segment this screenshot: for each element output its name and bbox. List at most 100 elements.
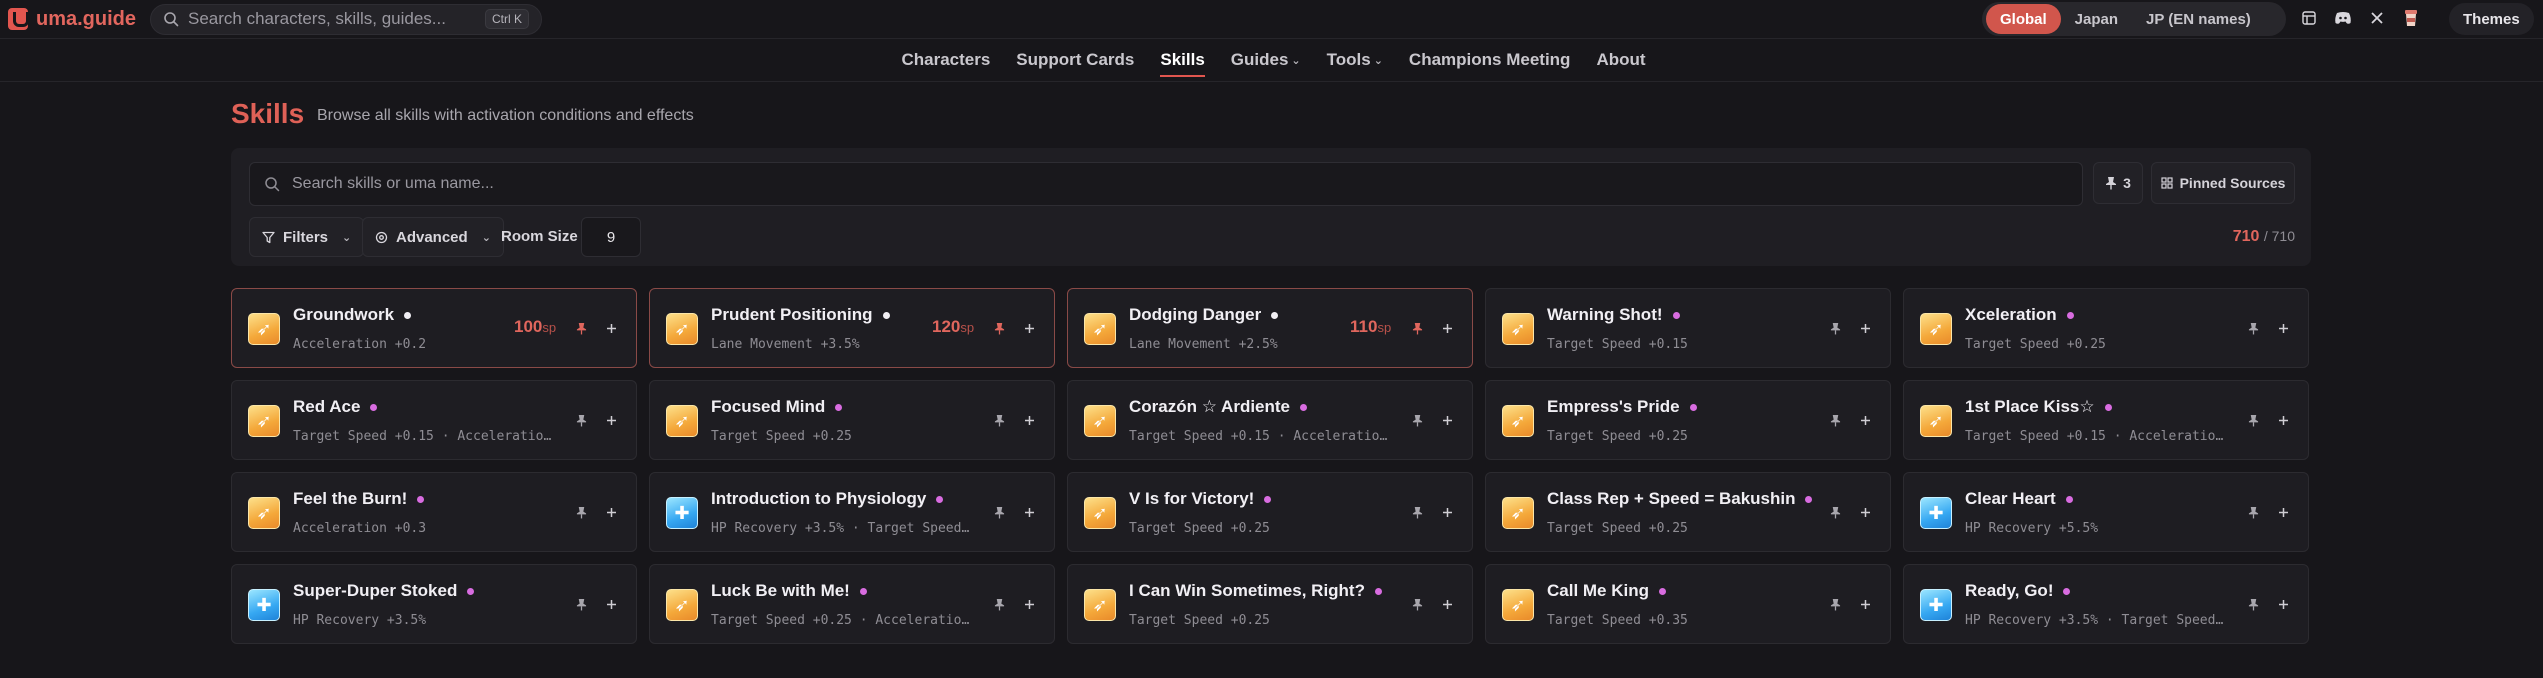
- add-skill-button[interactable]: [1854, 409, 1876, 431]
- add-skill-button[interactable]: [2272, 317, 2294, 339]
- plus-icon: [1442, 599, 1452, 609]
- nav-tools[interactable]: Tools ⌄: [1327, 50, 1383, 70]
- skill-card[interactable]: ➶ Empress's Pride Target Speed +0.25: [1485, 380, 1891, 460]
- nav-characters[interactable]: Characters: [901, 50, 990, 70]
- add-skill-button[interactable]: [1018, 317, 1040, 339]
- skill-card[interactable]: ➶ Red Ace Target Speed +0.15 · Accelerat…: [231, 380, 637, 460]
- skill-card[interactable]: ✚ Ready, Go! HP Recovery +3.5% · Target …: [1903, 564, 2309, 644]
- skill-card[interactable]: ➶ Groundwork Acceleration +0.2 100sp: [231, 288, 637, 368]
- pin-button[interactable]: [570, 409, 592, 431]
- skill-card[interactable]: ➶ Feel the Burn! Acceleration +0.3: [231, 472, 637, 552]
- skill-card[interactable]: ➶ Luck Be with Me! Target Speed +0.25 · …: [649, 564, 1055, 644]
- skill-effect: Acceleration +0.3: [293, 521, 427, 536]
- add-skill-button[interactable]: [1436, 409, 1458, 431]
- layout-icon[interactable]: [2296, 5, 2322, 31]
- global-search[interactable]: Search characters, skills, guides... Ctr…: [150, 3, 543, 35]
- region-global-button[interactable]: Global: [1986, 4, 2061, 34]
- add-skill-button[interactable]: [600, 409, 622, 431]
- pin-icon: [2248, 598, 2258, 610]
- add-skill-button[interactable]: [2272, 593, 2294, 615]
- nav-skills[interactable]: Skills: [1160, 50, 1206, 77]
- add-skill-button[interactable]: [600, 593, 622, 615]
- pin-button[interactable]: [1406, 593, 1428, 615]
- nav-guides[interactable]: Guides ⌄: [1231, 50, 1301, 70]
- pin-button[interactable]: [570, 501, 592, 523]
- rarity-dot-icon: [936, 495, 944, 503]
- add-skill-button[interactable]: [1018, 593, 1040, 615]
- skill-card[interactable]: ➶ Prudent Positioning Lane Movement +3.5…: [649, 288, 1055, 368]
- pin-button[interactable]: [2242, 501, 2264, 523]
- pin-button[interactable]: [2242, 409, 2264, 431]
- advanced-dropdown[interactable]: Advanced ⌄: [362, 217, 504, 257]
- add-skill-button[interactable]: [1854, 501, 1876, 523]
- pin-button[interactable]: [1406, 409, 1428, 431]
- pin-button[interactable]: [1824, 317, 1846, 339]
- skill-card[interactable]: ➶ V Is for Victory! Target Speed +0.25: [1067, 472, 1473, 552]
- skill-card[interactable]: ✚ Clear Heart HP Recovery +5.5%: [1903, 472, 2309, 552]
- room-size-input[interactable]: 9: [581, 217, 641, 257]
- add-skill-button[interactable]: [1436, 317, 1458, 339]
- pin-button[interactable]: [570, 317, 592, 339]
- add-skill-button[interactable]: [1436, 501, 1458, 523]
- skill-card[interactable]: ✚ Introduction to Physiology HP Recovery…: [649, 472, 1055, 552]
- skill-card[interactable]: ➶ Xceleration Target Speed +0.25: [1903, 288, 2309, 368]
- nav-about[interactable]: About: [1596, 50, 1645, 70]
- logo-link[interactable]: uma.guide: [8, 8, 136, 31]
- x-twitter-icon[interactable]: [2364, 5, 2390, 31]
- skill-name: Groundwork: [293, 305, 395, 324]
- region-japan-button[interactable]: Japan: [2061, 4, 2132, 34]
- filters-dropdown[interactable]: Filters ⌄: [249, 217, 365, 257]
- add-skill-button[interactable]: [600, 317, 622, 339]
- skill-card[interactable]: ➶ Warning Shot! Target Speed +0.15: [1485, 288, 1891, 368]
- pin-button[interactable]: [1406, 317, 1428, 339]
- skill-search-input[interactable]: Search skills or uma name...: [249, 162, 2083, 206]
- pin-button[interactable]: [1824, 501, 1846, 523]
- room-size-label: Room Size: [501, 228, 578, 245]
- pin-icon: [1830, 414, 1840, 426]
- skill-card[interactable]: ➶ I Can Win Sometimes, Right? Target Spe…: [1067, 564, 1473, 644]
- pin-button[interactable]: [2242, 317, 2264, 339]
- pin-button[interactable]: [988, 409, 1010, 431]
- skill-grid: ➶ Groundwork Acceleration +0.2 100sp ➶ P…: [231, 288, 2309, 644]
- skill-name-row: Red Ace: [293, 397, 378, 417]
- skill-speed-icon: ➶: [1920, 313, 1952, 345]
- add-skill-button[interactable]: [600, 501, 622, 523]
- add-skill-button[interactable]: [1436, 593, 1458, 615]
- nav-support-cards[interactable]: Support Cards: [1016, 50, 1134, 70]
- coffee-cup-icon[interactable]: [2398, 5, 2424, 31]
- add-skill-button[interactable]: [1854, 317, 1876, 339]
- skill-cost: 120sp: [932, 317, 974, 337]
- skill-name: Clear Heart: [1965, 489, 2056, 508]
- pinned-count-button[interactable]: 3: [2093, 162, 2143, 204]
- add-skill-button[interactable]: [1018, 501, 1040, 523]
- skill-card[interactable]: ➶ Call Me King Target Speed +0.35: [1485, 564, 1891, 644]
- region-jp-en-names-button[interactable]: JP (EN names): [2132, 4, 2265, 34]
- skill-card[interactable]: ➶ Dodging Danger Lane Movement +2.5% 110…: [1067, 288, 1473, 368]
- add-skill-button[interactable]: [1018, 409, 1040, 431]
- skill-card[interactable]: ➶ 1st Place Kiss☆ Target Speed +0.15 · A…: [1903, 380, 2309, 460]
- pin-icon: [576, 414, 586, 426]
- plus-icon: [606, 507, 616, 517]
- skill-card[interactable]: ✚ Super-Duper Stoked HP Recovery +3.5%: [231, 564, 637, 644]
- discord-icon[interactable]: [2330, 5, 2356, 31]
- skill-card[interactable]: ➶ Class Rep + Speed = Bakushin Target Sp…: [1485, 472, 1891, 552]
- pin-button[interactable]: [988, 593, 1010, 615]
- skill-effect: Target Speed +0.25: [1547, 521, 1688, 536]
- pin-button[interactable]: [988, 317, 1010, 339]
- pin-button[interactable]: [1406, 501, 1428, 523]
- add-skill-button[interactable]: [2272, 501, 2294, 523]
- rarity-dot-icon: [1689, 403, 1697, 411]
- nav-champions-meeting[interactable]: Champions Meeting: [1409, 50, 1571, 70]
- pinned-sources-button[interactable]: Pinned Sources: [2151, 162, 2295, 204]
- pin-button[interactable]: [2242, 593, 2264, 615]
- pin-button[interactable]: [570, 593, 592, 615]
- pin-button[interactable]: [1824, 593, 1846, 615]
- pin-button[interactable]: [988, 501, 1010, 523]
- skill-card[interactable]: ➶ Corazón ☆ Ardiente Target Speed +0.15 …: [1067, 380, 1473, 460]
- themes-button[interactable]: Themes: [2449, 3, 2534, 35]
- skill-card[interactable]: ➶ Focused Mind Target Speed +0.25: [649, 380, 1055, 460]
- skill-effect: Acceleration +0.2: [293, 337, 427, 352]
- pin-button[interactable]: [1824, 409, 1846, 431]
- add-skill-button[interactable]: [1854, 593, 1876, 615]
- add-skill-button[interactable]: [2272, 409, 2294, 431]
